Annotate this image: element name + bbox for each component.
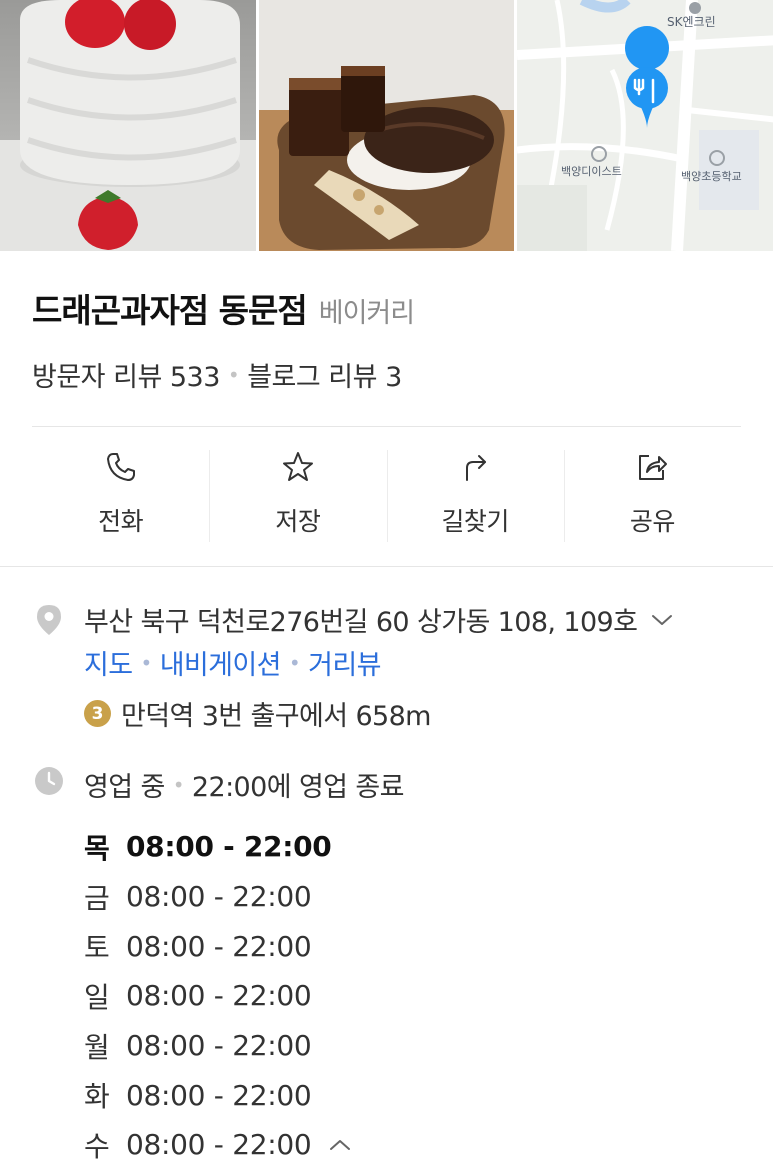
business-status-row: 영업 중 • 22:00에 영업 종료	[84, 765, 404, 804]
location-pin-icon	[37, 605, 61, 635]
street-view-link[interactable]: 거리뷰	[308, 643, 381, 682]
call-button[interactable]: 전화	[32, 440, 209, 552]
hours-list: 목 08:00 - 22:00 금 08:00 - 22:00 토 08:00 …	[84, 822, 351, 1166]
share-label: 공유	[629, 507, 676, 536]
address-row[interactable]: 부산 북구 덕천로276번길 60 상가동 108, 109호	[84, 600, 673, 639]
hours-row-thursday: 목 08:00 - 22:00	[84, 822, 351, 872]
hours-row-sunday: 일 08:00 - 22:00	[84, 971, 351, 1021]
directions-icon	[466, 455, 487, 481]
separator-dot: •	[288, 650, 301, 675]
map-label-sk: SK엔크린	[667, 15, 716, 29]
save-button[interactable]: 저장	[209, 440, 386, 552]
map-label-school: 백양초등학교	[681, 170, 742, 183]
clock-icon	[35, 767, 63, 795]
hours-time: 08:00 - 22:00	[126, 1029, 312, 1063]
subway-line-badge: 3	[84, 700, 111, 727]
place-name: 드래곤과자점 동문점	[32, 291, 308, 330]
save-label: 저장	[275, 507, 321, 536]
day-label: 월	[84, 1030, 110, 1064]
hours-time: 08:00 - 22:00	[126, 880, 312, 914]
chevron-down-icon[interactable]	[651, 613, 673, 627]
map-thumbnail[interactable]: SK엔크린 백양디이스트 백양초등학교	[517, 0, 773, 251]
hours-row-tuesday: 화 08:00 - 22:00	[84, 1070, 351, 1120]
hours-row-wednesday: 수 08:00 - 22:00	[84, 1120, 351, 1166]
action-bar: 전화 저장 길찾기 공유	[32, 440, 741, 552]
cake-photo[interactable]	[0, 0, 256, 251]
share-icon	[639, 455, 668, 480]
day-label: 금	[84, 881, 110, 915]
place-category: 베이커리	[318, 298, 415, 329]
map-link[interactable]: 지도	[84, 643, 133, 682]
closing-time: 22:00에 영업 종료	[191, 772, 405, 803]
separator-dot: •	[172, 772, 185, 797]
title-row: 드래곤과자점 동문점 베이커리	[32, 284, 415, 332]
subway-row: 3 만덕역 3번 출구에서 658m	[84, 694, 431, 733]
visitor-reviews-link[interactable]: 방문자 리뷰 533	[32, 355, 220, 394]
day-label: 목	[84, 831, 110, 865]
day-label: 수	[84, 1129, 110, 1163]
day-label: 토	[84, 931, 110, 965]
section-divider	[0, 566, 773, 567]
phone-icon	[106, 453, 135, 481]
address-text: 부산 북구 덕천로276번길 60 상가동 108, 109호	[84, 607, 638, 638]
day-label: 화	[84, 1080, 110, 1114]
directions-button[interactable]: 길찾기	[386, 440, 564, 552]
hours-row-saturday: 토 08:00 - 22:00	[84, 921, 351, 971]
share-button[interactable]: 공유	[563, 440, 741, 552]
map-links-row: 지도 • 내비게이션 • 거리뷰	[84, 643, 381, 682]
blog-reviews-link[interactable]: 블로그 리뷰 3	[247, 355, 402, 394]
directions-label: 길찾기	[441, 507, 509, 536]
hours-time: 08:00 - 22:00	[126, 830, 332, 864]
separator-dot: •	[227, 362, 240, 387]
separator-dot: •	[140, 650, 152, 675]
hours-time: 08:00 - 22:00	[126, 929, 312, 963]
day-label: 일	[84, 980, 110, 1014]
hours-row-monday: 월 08:00 - 22:00	[84, 1021, 351, 1071]
navigation-link[interactable]: 내비게이션	[160, 643, 282, 682]
star-icon	[282, 452, 313, 481]
photo-strip: SK엔크린 백양디이스트 백양초등학교	[0, 0, 773, 251]
hours-row-friday: 금 08:00 - 22:00	[84, 872, 351, 922]
hours-time: 08:00 - 22:00	[126, 979, 312, 1013]
call-label: 전화	[98, 507, 144, 536]
review-row: 방문자 리뷰 533 • 블로그 리뷰 3	[32, 355, 402, 394]
hours-time: 08:00 - 22:00	[126, 1128, 312, 1162]
divider	[32, 426, 741, 427]
subway-distance-text: 만덕역 3번 출구에서 658m	[121, 701, 431, 732]
map-label-east: 백양디이스트	[561, 165, 622, 178]
chevron-up-icon[interactable]	[329, 1138, 351, 1152]
bread-coffee-photo[interactable]	[259, 0, 514, 251]
hours-time: 08:00 - 22:00	[126, 1078, 312, 1112]
open-status: 영업 중	[84, 772, 165, 803]
map-pin-icon	[625, 26, 670, 71]
